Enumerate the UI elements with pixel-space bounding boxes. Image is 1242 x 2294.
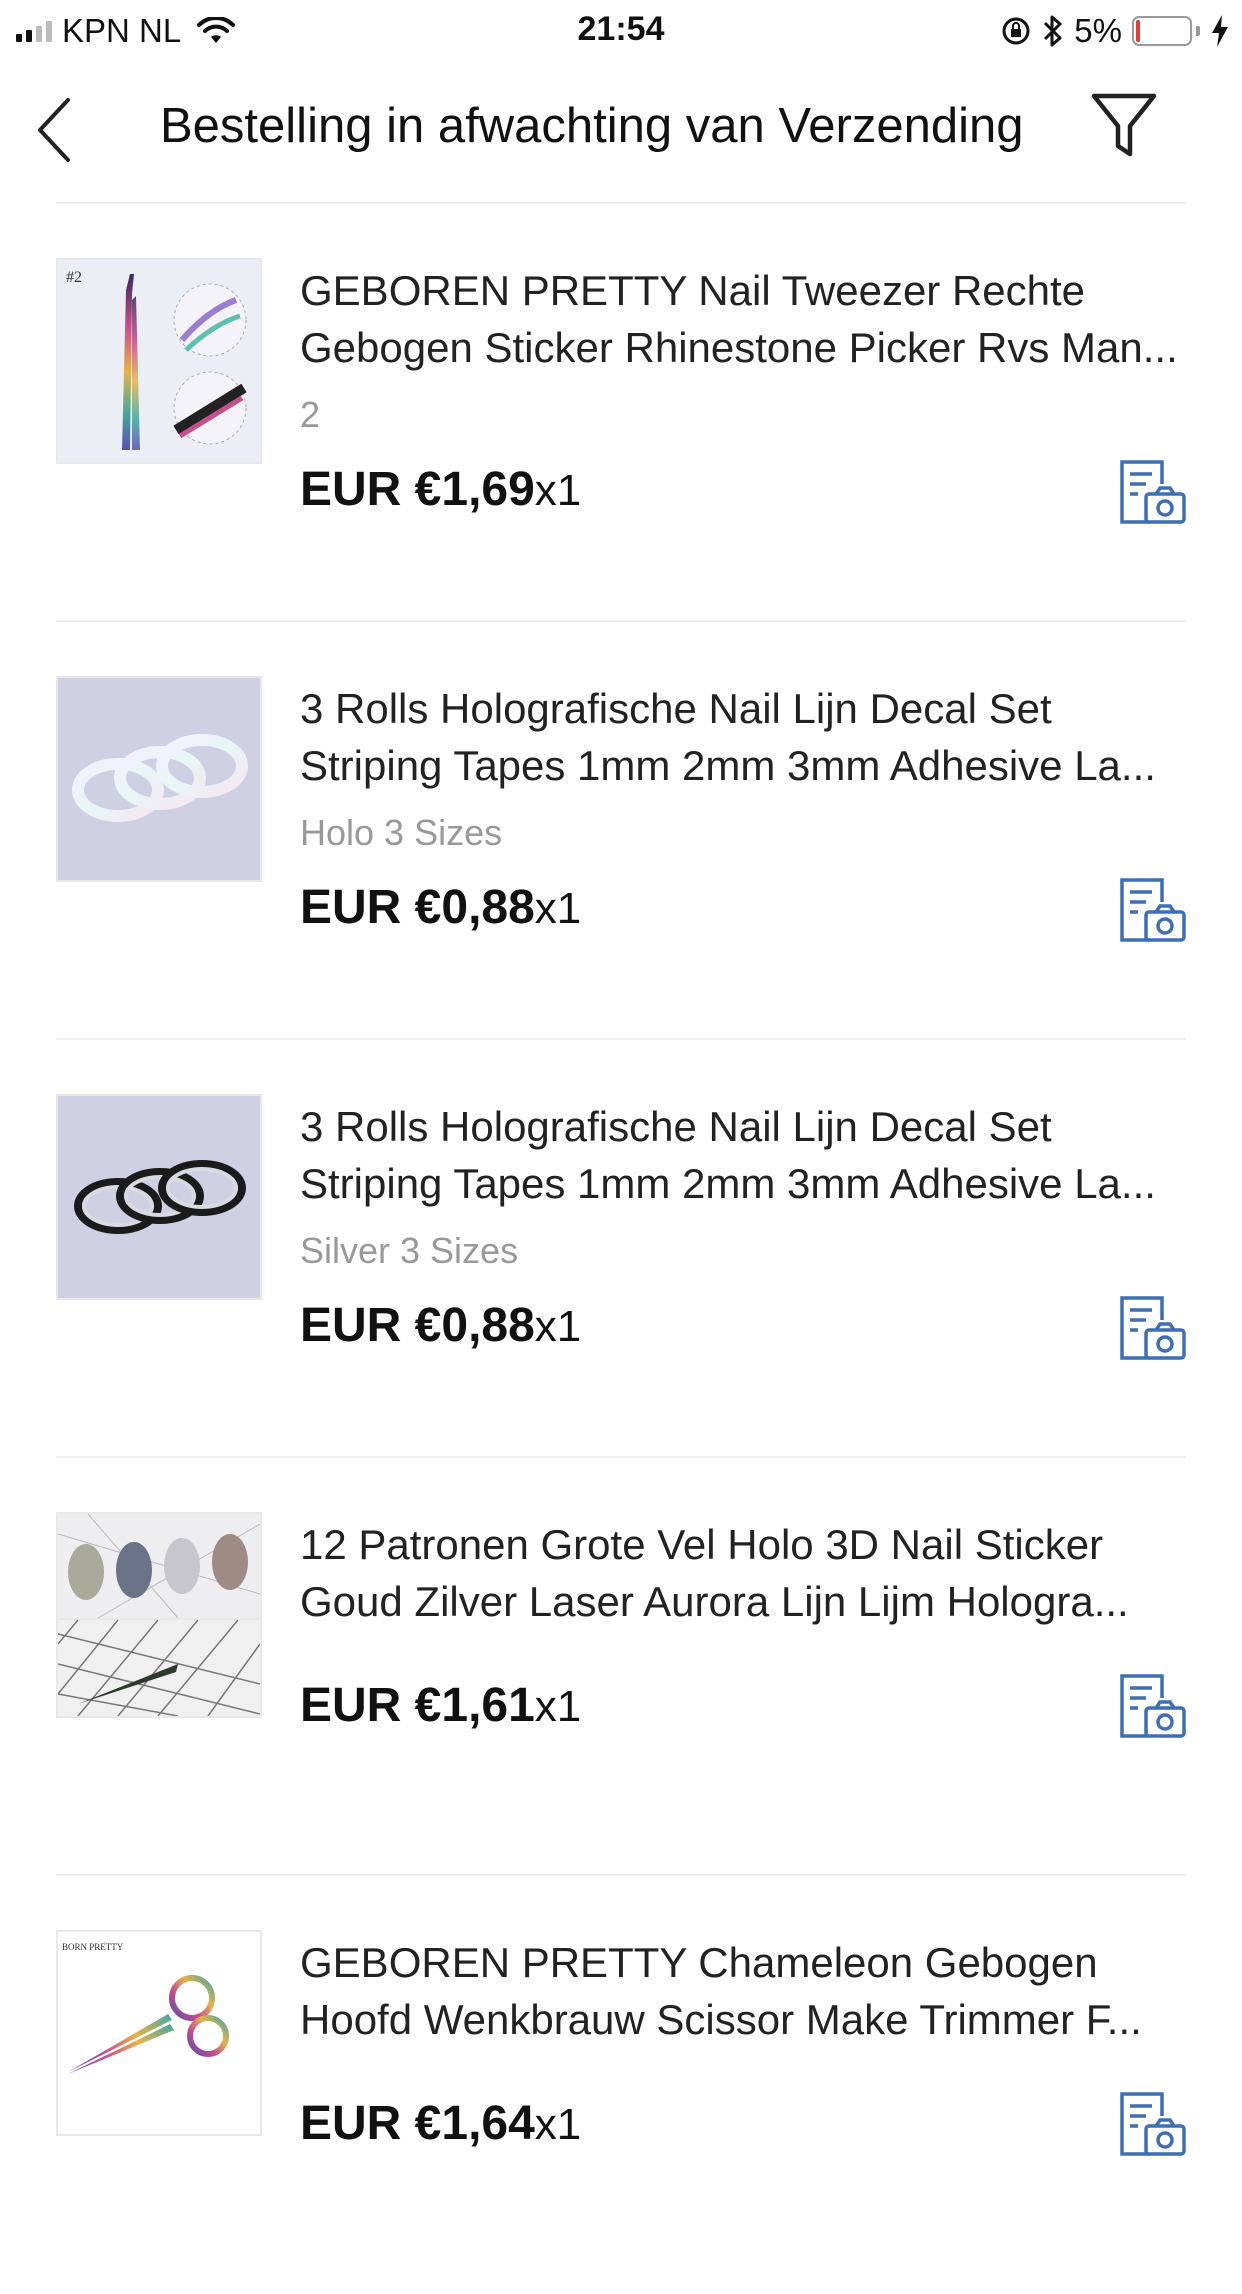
back-button[interactable] <box>30 92 80 168</box>
receipt-camera-icon[interactable] <box>1116 456 1188 528</box>
price-amount: EUR €0,88 <box>300 1299 535 1352</box>
item-title-line: 3 Rolls Holografische Nail Lijn Decal Se… <box>300 685 1052 732</box>
item-price: EUR €1,69x1 <box>300 462 581 517</box>
receipt-camera-icon[interactable] <box>1116 874 1188 946</box>
item-title-line: Gebogen Sticker Rhinestone Picker Rvs Ma… <box>300 324 1178 371</box>
item-title-line: Goud Zilver Laser Aurora Lijn Lijm Holog… <box>300 1578 1129 1625</box>
item-title[interactable]: GEBOREN PRETTY Nail Tweezer Rechte Gebog… <box>300 262 1192 376</box>
quantity: x1 <box>534 884 582 933</box>
receipt-camera-icon[interactable] <box>1116 2088 1188 2160</box>
item-variant: Silver 3 Sizes <box>300 1230 519 1271</box>
price-amount: EUR €1,61 <box>300 1679 535 1732</box>
order-list: #2 GEBOREN PRETTY Nail Tweezer Rechte Ge… <box>0 204 1242 2294</box>
item-title[interactable]: GEBOREN PRETTY Chameleon Gebogen Hoofd W… <box>300 1934 1192 2048</box>
order-item[interactable]: 12 Patronen Grote Vel Holo 3D Nail Stick… <box>0 1458 1242 1876</box>
product-image-silver-tape[interactable] <box>56 1094 262 1300</box>
price-amount: EUR €1,69 <box>300 463 535 516</box>
product-image-scissors[interactable]: BORN PRETTY <box>56 1930 262 2136</box>
order-item[interactable]: 3 Rolls Holografische Nail Lijn Decal Se… <box>0 622 1242 1040</box>
item-price: EUR €1,61x1 <box>300 1678 581 1733</box>
item-title-line: Hoofd Wenkbrauw Scissor Make Trimmer F..… <box>300 1996 1142 2043</box>
item-price: EUR €0,88x1 <box>300 880 581 935</box>
quantity: x1 <box>534 466 582 515</box>
quantity: x1 <box>534 1682 582 1731</box>
tape-rolls-illustration <box>74 1160 246 1234</box>
quantity: x1 <box>534 1302 582 1351</box>
tape-rolls-illustration <box>72 734 248 822</box>
order-item[interactable]: #2 GEBOREN PRETTY Nail Tweezer Rechte Ge… <box>0 204 1242 622</box>
product-image-holo-tape[interactable] <box>56 676 262 882</box>
header: Bestelling in afwachting van Verzending <box>0 70 1242 190</box>
quantity: x1 <box>534 2100 582 2149</box>
filter-button[interactable] <box>1090 90 1158 162</box>
item-title-line: 3 Rolls Holografische Nail Lijn Decal Se… <box>300 1103 1052 1150</box>
item-title-line: Striping Tapes 1mm 2mm 3mm Adhesive La..… <box>300 1160 1156 1207</box>
product-image-nail-sticker[interactable] <box>56 1512 262 1718</box>
item-title-line: GEBOREN PRETTY Nail Tweezer Rechte <box>300 267 1086 314</box>
item-variant: Holo 3 Sizes <box>300 812 503 853</box>
price-amount: EUR €1,64 <box>300 2097 535 2150</box>
order-item[interactable]: BORN PRETTY GEBOREN PRETTY Chameleon Geb… <box>0 1876 1242 2294</box>
item-variant: 2 <box>300 394 321 435</box>
orientation-lock-icon <box>1002 17 1030 45</box>
item-title[interactable]: 3 Rolls Holografische Nail Lijn Decal Se… <box>300 1098 1192 1212</box>
item-title[interactable]: 3 Rolls Holografische Nail Lijn Decal Se… <box>300 680 1192 794</box>
product-image-tweezer[interactable]: #2 <box>56 258 262 464</box>
battery-percent: 5% <box>1074 12 1122 49</box>
scissors-illustration: BORN PRETTY <box>62 1942 229 2074</box>
item-title-line: 12 Patronen Grote Vel Holo 3D Nail Stick… <box>300 1521 1104 1568</box>
item-title[interactable]: 12 Patronen Grote Vel Holo 3D Nail Stick… <box>300 1516 1192 1630</box>
order-item[interactable]: 3 Rolls Holografische Nail Lijn Decal Se… <box>0 1040 1242 1458</box>
item-price: EUR €0,88x1 <box>300 1298 581 1353</box>
bluetooth-icon <box>1044 15 1062 47</box>
image-label: BORN PRETTY <box>62 1942 124 1952</box>
image-label: #2 <box>66 269 82 286</box>
price-amount: EUR €0,88 <box>300 881 535 934</box>
item-title-line: GEBOREN PRETTY Chameleon Gebogen <box>300 1939 1098 1986</box>
status-right: 5% <box>1000 12 1230 50</box>
item-title-line: Striping Tapes 1mm 2mm 3mm Adhesive La..… <box>300 742 1156 789</box>
status-bar: KPN NL 21:54 5% <box>0 0 1242 62</box>
item-price: EUR €1,64x1 <box>300 2096 581 2151</box>
battery-level <box>1136 20 1140 42</box>
battery-icon <box>1132 16 1200 46</box>
nail-sticker-illustration <box>58 1514 260 1716</box>
page-title: Bestelling in afwachting van Verzending <box>160 99 1024 153</box>
receipt-camera-icon[interactable] <box>1116 1292 1188 1364</box>
tweezer-illustration: #2 <box>66 269 247 450</box>
receipt-camera-icon[interactable] <box>1116 1670 1188 1742</box>
charging-bolt-icon <box>1212 15 1228 47</box>
